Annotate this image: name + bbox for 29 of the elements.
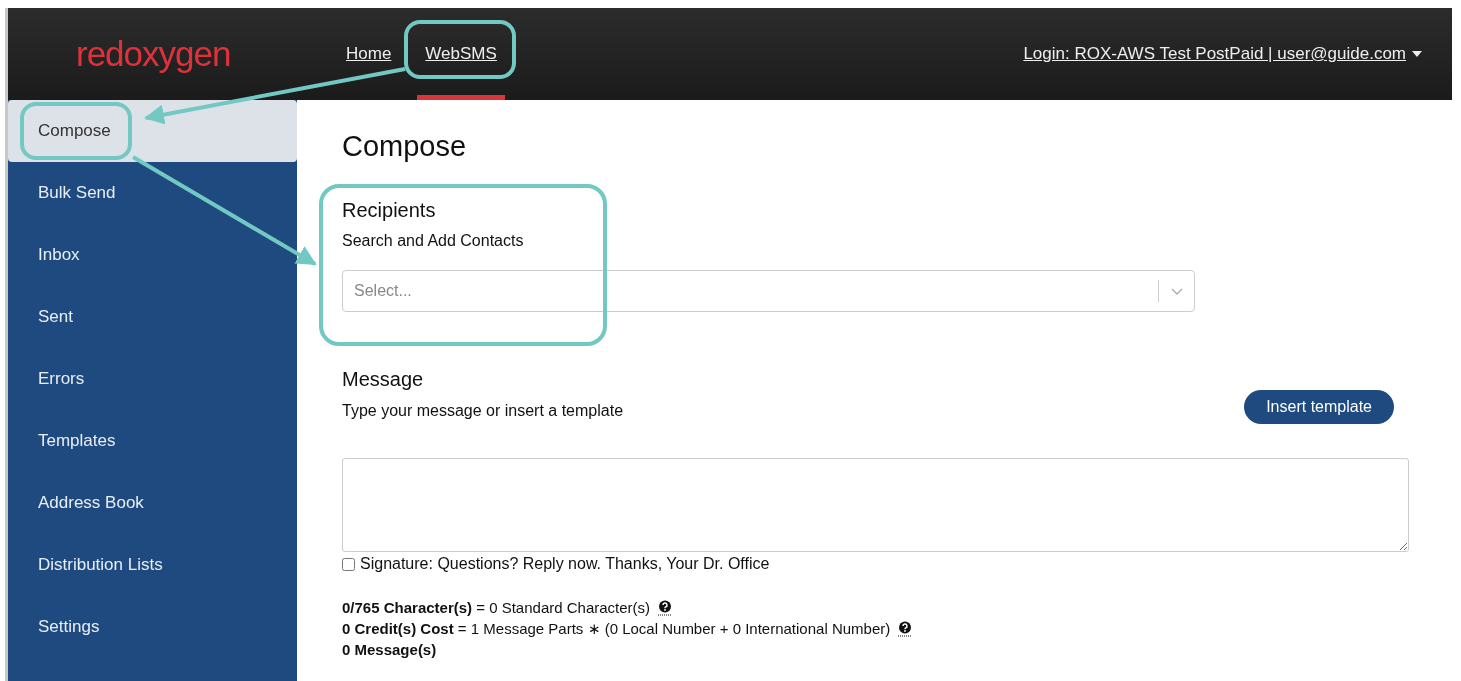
section-heading: Message — [342, 368, 424, 391]
caret-icon[interactable] — [1412, 51, 1422, 57]
stat-text: 0 Message(s) — [342, 640, 437, 660]
help-icon[interactable] — [898, 620, 913, 637]
account-link[interactable]: Login: ROX-AWS Test PostPaid | user@guide.com — [1023, 44, 1406, 64]
contact-select-field[interactable]: Select... — [342, 270, 1195, 312]
stat-text: 0 Credit(s) Cost = 1 Message Parts ∗ (0 Local Number + 0 International Number) — [342, 619, 891, 639]
sidebar-item[interactable]: Settings — [8, 596, 297, 658]
sidebar-item[interactable]: Errors — [8, 348, 297, 410]
sidebar-item[interactable]: Compose — [8, 100, 297, 162]
help-icon[interactable] — [658, 599, 673, 616]
sidebar-item[interactable]: Address Book — [8, 472, 297, 534]
field-label: Search and Add Contacts — [342, 232, 524, 250]
sidebar-item[interactable]: Templates — [8, 410, 297, 472]
nav-tab[interactable]: Home — [338, 13, 400, 100]
signature-label: Signature: Questions? Reply now. Thanks, Your Dr. Office — [360, 555, 770, 573]
sidebar-item[interactable]: Inbox — [8, 224, 297, 286]
logo: redoxygen — [76, 34, 232, 74]
field-label: Type your message or insert a template — [342, 402, 624, 420]
sidebar-item[interactable]: Distribution Lists — [8, 534, 297, 596]
nav-tab[interactable]: WebSMS — [417, 13, 505, 100]
sidebar-item[interactable]: Sent — [8, 286, 297, 348]
stat-text: 0/765 Character(s) = 0 Standard Character(s) — [342, 598, 651, 618]
signature-checkbox[interactable] — [342, 557, 355, 571]
page-title: Compose — [342, 130, 467, 163]
insert-template-button[interactable]: Insert template — [1244, 390, 1394, 424]
section-heading: Recipients — [342, 199, 436, 222]
sidebar-item[interactable]: Bulk Send — [8, 162, 297, 224]
message-field[interactable] — [342, 458, 1409, 552]
